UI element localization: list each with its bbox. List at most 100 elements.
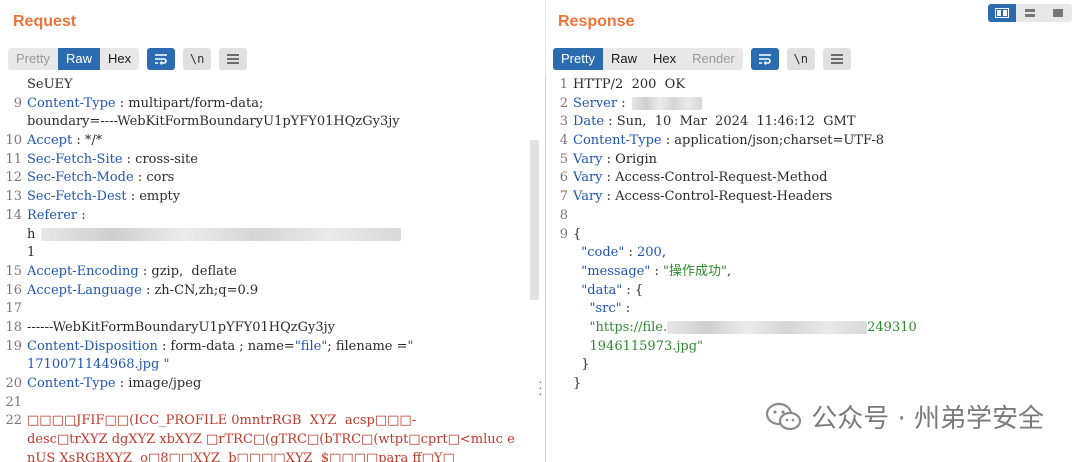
response-tab-hex[interactable]: Hex — [645, 48, 684, 70]
header-value: : application/json;charset=UTF-8 — [661, 133, 885, 149]
line-number: 13 — [5, 189, 22, 205]
code-line: 14 Referer : — [0, 207, 545, 226]
line-content: 1710071144968.jpg " — [27, 356, 169, 375]
token: , — [661, 245, 666, 261]
request-editor[interactable]: SeUEY 9 Content-Type : multipart/form-data… — [0, 76, 545, 462]
line-content: Content-Type : multipart/form-data; — [27, 95, 263, 114]
request-tab-raw[interactable]: Raw — [57, 48, 100, 70]
code-line: 13 Sec-Fetch-Dest : empty — [0, 188, 545, 207]
token: ; filename = — [327, 338, 408, 354]
layout-switcher — [988, 4, 1072, 22]
code-line: 17 — [0, 300, 545, 319]
line-content: } — [573, 375, 581, 394]
wrap-lines-icon — [758, 54, 771, 65]
code-line: 2 Server : — [546, 95, 1080, 114]
header-name: Vary — [573, 170, 603, 186]
code-line: 19 Content-Disposition : form-data ; name… — [0, 338, 545, 357]
watermark: 公众号 · 州弟学安全 — [765, 398, 1044, 435]
response-menu-button[interactable] — [822, 48, 851, 70]
hamburger-icon — [830, 54, 843, 64]
layout-stacked-button[interactable] — [1016, 4, 1044, 22]
binary-content: desc□trXYZ dgXYZ xbXYZ □rTRC□(gTRC□(bTRC… — [27, 432, 515, 448]
line-content: Sec-Fetch-Dest : empty — [27, 188, 180, 207]
code-line: 18 ------WebKitFormBoundaryU1pYFY01HQzGy3… — [0, 319, 545, 338]
plain-text: 1 — [27, 245, 36, 261]
header-value: : Origin — [602, 151, 658, 167]
request-title: Request — [13, 13, 77, 30]
header-name: Content-Type — [573, 133, 662, 149]
line-number — [0, 356, 27, 375]
line-number: 9 — [559, 226, 568, 242]
token: "https://file. — [589, 319, 668, 335]
request-wrap-lines-button[interactable] — [147, 48, 176, 70]
line-content: Accept-Language : zh-CN,zh;q=0.9 — [27, 282, 258, 301]
token: 1710071144968.jpg — [27, 357, 164, 373]
header-value: : — [617, 95, 626, 111]
header-name: Accept-Encoding — [27, 263, 139, 279]
code-line: 15 Accept-Encoding : gzip, deflate — [0, 263, 545, 282]
header-value: : multipart/form-data; — [115, 95, 264, 111]
plain-text: { — [573, 226, 582, 242]
line-content: Accept-Encoding : gzip, deflate — [27, 263, 237, 282]
code-line: 3 Date : Sun, 10 Mar 2024 11:46:12 GMT — [546, 113, 1080, 132]
line-number: 15 — [5, 263, 22, 279]
line-number: 10 — [5, 133, 22, 149]
line-number — [546, 244, 573, 263]
line-content: □□□□JFIF□□(ICC_PROFILE 0mntrRGB XYZ acsp… — [27, 412, 416, 431]
line-number — [0, 76, 27, 95]
drag-handle-icon[interactable]: · · · — [538, 374, 543, 400]
line-number — [546, 319, 573, 338]
response-tab-render[interactable]: Render — [684, 48, 743, 70]
code-line: 7 Vary : Access-Control-Request-Headers — [546, 188, 1080, 207]
response-tab-pretty[interactable]: Pretty — [553, 48, 603, 70]
request-show-newlines-button[interactable]: \n — [183, 48, 212, 70]
line-content: SeUEY — [27, 76, 73, 95]
single-pane-icon — [1053, 9, 1063, 17]
code-line: 1 HTTP/2 200 OK — [546, 76, 1080, 95]
token: "操作成功" — [663, 263, 727, 279]
line-content: } — [573, 356, 589, 375]
request-menu-button[interactable] — [219, 48, 248, 70]
line-number: 7 — [559, 189, 568, 205]
response-wrap-lines-button[interactable] — [750, 48, 779, 70]
line-number: 8 — [559, 207, 568, 223]
layout-side-by-side-button[interactable] — [988, 4, 1016, 22]
line-number: 11 — [5, 151, 22, 167]
header-value: : cors — [133, 170, 175, 186]
plain-text: boundary=----WebKitFormBoundaryU1pYFY01H… — [27, 114, 400, 130]
token: " — [163, 357, 170, 373]
request-tab-hex[interactable]: Hex — [100, 48, 139, 70]
request-scrollbar[interactable] — [530, 140, 539, 300]
line-content: Accept : */* — [27, 132, 102, 151]
header-name: Sec-Fetch-Mode — [27, 170, 134, 186]
code-line: 4 Content-Type : application/json;charset… — [546, 132, 1080, 151]
code-line: SeUEY — [0, 76, 545, 95]
line-content: desc□trXYZ dgXYZ xbXYZ □rTRC□(gTRC□(bTRC… — [27, 431, 515, 450]
request-tab-pretty[interactable]: Pretty — [8, 48, 58, 70]
response-show-newlines-button[interactable]: \n — [786, 48, 815, 70]
code-line: 5 Vary : Origin — [546, 151, 1080, 170]
line-number — [546, 282, 573, 301]
code-line: "https://file. 249310 — [546, 319, 1080, 338]
line-content: HTTP/2 200 OK — [573, 76, 685, 95]
line-content: Vary : Access-Control-Request-Headers — [573, 188, 832, 207]
line-content: Vary : Origin — [573, 151, 657, 170]
layout-tabbed-button[interactable] — [1044, 4, 1072, 22]
header-value: : Access-Control-Request-Headers — [602, 189, 833, 205]
line-content: Content-Disposition : form-data ; name="… — [27, 338, 414, 357]
rows-icon — [1025, 9, 1035, 17]
code-line: "code" : 200, — [546, 244, 1080, 263]
line-number — [546, 375, 573, 394]
plain-text: SeUEY — [27, 77, 73, 92]
code-line: "message" : "操作成功", — [546, 263, 1080, 282]
line-content: Referer : — [27, 207, 86, 226]
line-number: 14 — [5, 207, 22, 223]
header-name: Accept-Language — [27, 282, 142, 298]
code-line: 10 Accept : */* — [0, 132, 545, 151]
line-content: "https://file. 249310 — [573, 319, 917, 338]
response-tab-raw[interactable]: Raw — [603, 48, 645, 70]
response-title: Response — [558, 13, 635, 30]
header-value: : */* — [72, 133, 103, 149]
code-line: 20 Content-Type : image/jpeg — [0, 375, 545, 394]
